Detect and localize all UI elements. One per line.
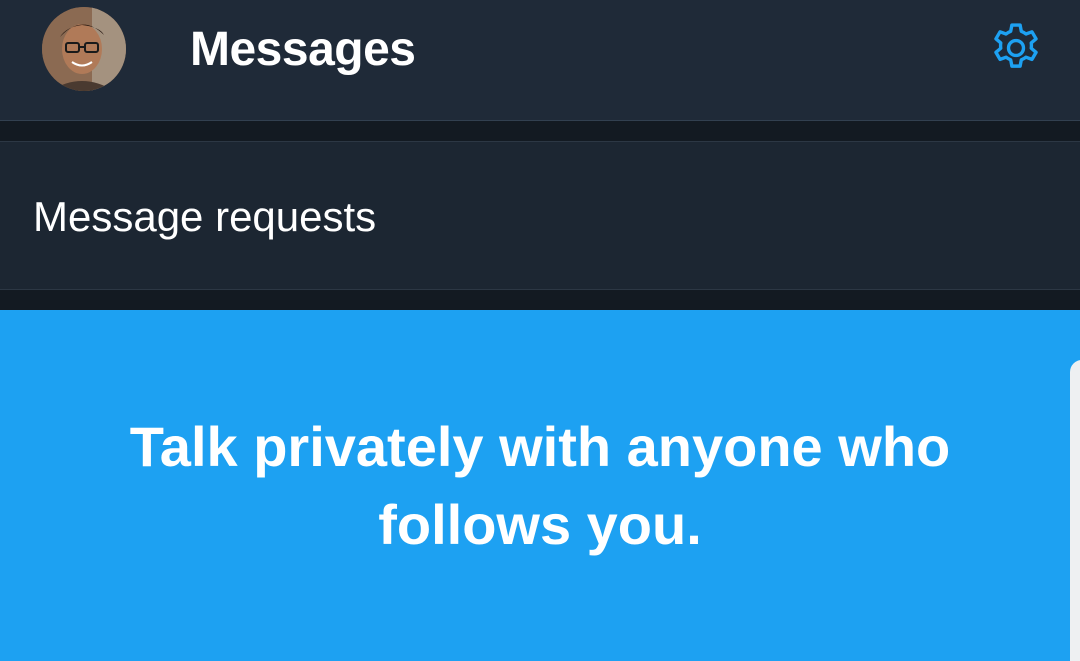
top-app-bar: Messages: [0, 0, 1080, 121]
message-requests-row[interactable]: Message requests: [0, 141, 1080, 290]
empty-state-banner: Talk privately with anyone who follows y…: [0, 310, 1080, 661]
page-title: Messages: [190, 23, 416, 76]
empty-state-message: Talk privately with anyone who follows y…: [129, 415, 951, 556]
messages-screen: Messages Message requests Talk privately…: [0, 0, 1080, 661]
floating-panel-edge: [1070, 360, 1080, 661]
gear-icon: [994, 23, 1038, 68]
avatar[interactable]: [42, 7, 126, 91]
settings-button[interactable]: [984, 16, 1048, 80]
message-requests-label: Message requests: [33, 193, 377, 240]
section-divider: [0, 121, 1080, 142]
profile-photo-icon: [42, 7, 126, 91]
section-divider: [0, 290, 1080, 310]
